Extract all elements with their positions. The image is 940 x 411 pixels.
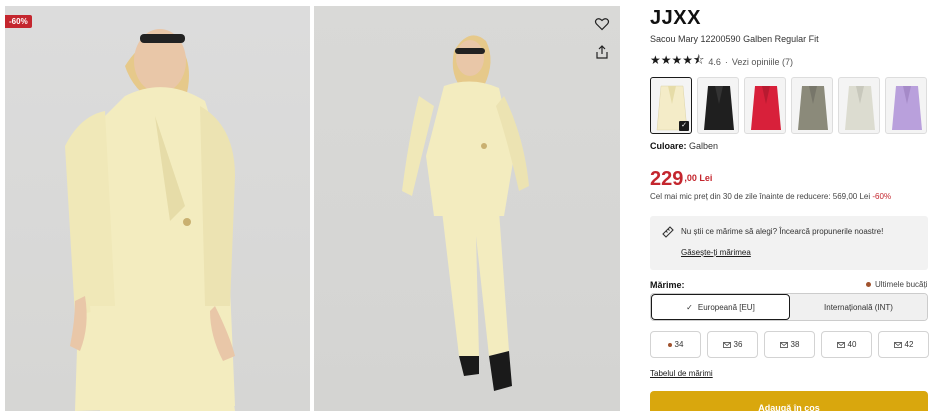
tab-int-sizes[interactable]: Internațională (INT) <box>790 294 927 320</box>
size-system-toggle: ✓ Europeană [EU] Internațională (INT) <box>650 293 928 321</box>
swatch-light-grey[interactable] <box>838 77 880 134</box>
price-note-discount: -60% <box>872 192 892 201</box>
reviews-link[interactable]: Vezi opiniile (7) <box>732 57 793 67</box>
color-swatches: ✓ <box>650 77 927 134</box>
color-label: Culoare: <box>650 141 687 151</box>
check-icon: ✓ <box>686 302 693 312</box>
envelope-icon <box>779 341 788 348</box>
swatch-black[interactable] <box>697 77 739 134</box>
tab-int-label: Internațională (INT) <box>824 302 893 312</box>
add-to-cart-button[interactable]: Adaugă în coș <box>650 391 928 411</box>
size-label-38: 38 <box>790 340 800 349</box>
envelope-icon <box>893 341 902 348</box>
swatch-red[interactable] <box>744 77 786 134</box>
tab-eu-sizes[interactable]: ✓ Europeană [EU] <box>651 294 790 320</box>
price: 229 ,00 Lei <box>650 168 712 190</box>
size-option-38[interactable]: 38 <box>764 331 815 358</box>
ruler-icon <box>662 226 674 238</box>
find-size-link[interactable]: Găsește-ți mărimea <box>681 248 751 257</box>
discount-badge: -60% <box>5 15 32 28</box>
rating-value: 4.6 <box>708 56 721 67</box>
size-advisor-text: Nu știi ce mărime să alegi? Încearcă pro… <box>681 227 884 236</box>
envelope-icon <box>722 341 731 348</box>
size-label-34: 34 <box>674 340 684 349</box>
heart-icon[interactable] <box>594 16 610 32</box>
size-option-40[interactable]: 40 <box>821 331 872 358</box>
tab-eu-label: Europeană [EU] <box>697 302 755 312</box>
size-options: 34 36 38 40 42 <box>650 331 929 358</box>
brand-name[interactable]: JJXX <box>650 7 701 30</box>
price-decimal: ,00 Lei <box>684 173 713 183</box>
swatch-lilac[interactable] <box>885 77 927 134</box>
last-pieces-dot-icon <box>866 282 871 287</box>
size-option-42[interactable]: 42 <box>878 331 929 358</box>
share-icon[interactable] <box>594 44 610 60</box>
size-label-42: 42 <box>904 340 914 349</box>
color-info: Culoare: Galben <box>650 141 718 151</box>
size-chart-link[interactable]: Tabelul de mărimi <box>650 369 713 378</box>
product-image-secondary[interactable] <box>314 6 620 411</box>
color-value: Galben <box>689 141 719 151</box>
price-history-note: Cel mai mic preț din 30 de zile înainte … <box>650 192 891 201</box>
low-stock-dot-icon <box>667 342 672 347</box>
size-advisor-box: Nu știi ce mărime să alegi? Încearcă pro… <box>650 216 928 270</box>
product-page: -60% JJXX Sacou Mary 12200590 Galben Reg… <box>0 0 940 411</box>
product-title: Sacou Mary 12200590 Galben Regular Fit <box>650 34 819 44</box>
size-option-34[interactable]: 34 <box>650 331 701 358</box>
price-note-text: Cel mai mic preț din 30 de zile înainte … <box>650 192 871 201</box>
rating-row: ★★★★⯪ 4.6 · Vezi opiniile (7) <box>650 51 793 72</box>
swatch-khaki[interactable] <box>791 77 833 134</box>
last-pieces-text: Ultimele bucăți <box>875 280 928 289</box>
last-pieces-indicator: Ultimele bucăți <box>866 280 927 289</box>
size-label-36: 36 <box>733 340 743 349</box>
envelope-icon <box>836 341 845 348</box>
swatch-yellow[interactable]: ✓ <box>650 77 692 134</box>
size-label-40: 40 <box>847 340 857 349</box>
price-main: 229 <box>650 168 684 190</box>
product-image-main[interactable] <box>5 6 310 411</box>
size-option-36[interactable]: 36 <box>707 331 758 358</box>
star-rating-icon: ★★★★⯪ <box>650 53 705 67</box>
selected-check-icon: ✓ <box>679 121 689 131</box>
size-label: Mărime: <box>650 280 685 290</box>
rating-separator: · <box>724 56 728 67</box>
